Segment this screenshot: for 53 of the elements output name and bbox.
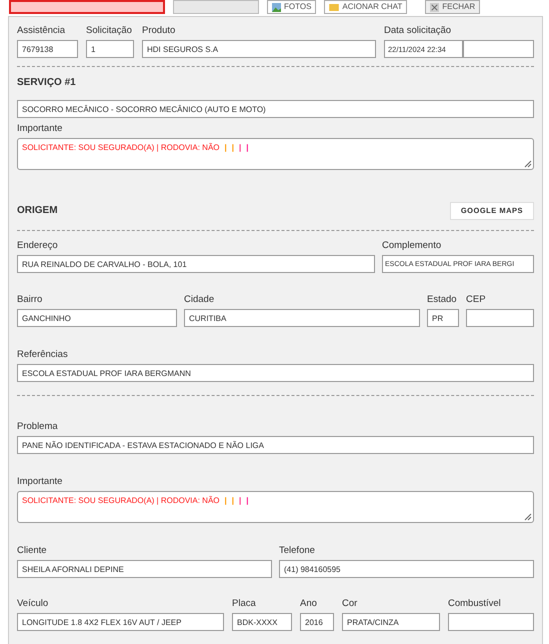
field-label: Assistência [17, 24, 66, 37]
toolbar-button[interactable]: FECHAR [425, 0, 480, 14]
field-label: Problema [17, 420, 59, 433]
section-title: ORIGEM [17, 204, 58, 218]
input-field[interactable]: SHEILA AFORNALI DEPINE [17, 560, 272, 578]
input-field[interactable]: 7679138 [17, 40, 78, 58]
field-label: Cor [342, 597, 358, 610]
input-field[interactable]: CURITIBA [184, 309, 420, 327]
field-label: Produto [142, 24, 176, 37]
input-field[interactable]: PR [427, 309, 459, 327]
input-field[interactable]: PRATA/CINZA [342, 613, 440, 631]
field-label: Combustível [448, 597, 502, 610]
field-label: Placa [232, 597, 257, 610]
input-field[interactable]: HDI SEGUROS S.A [142, 40, 376, 58]
input-field[interactable]: 1 [86, 40, 134, 58]
field-label: Data solicitação [384, 24, 452, 37]
input-field[interactable]: SOCORRO MECÂNICO - SOCORRO MECÂNICO (AUTO E MOTO) [17, 100, 534, 118]
input-field[interactable]: ESCOLA ESTADUAL PROF IARA BERGMANN [17, 364, 534, 382]
field-label: Referências [17, 348, 69, 361]
input-field[interactable]: LONGITUDE 1.8 4X2 FLEX 16V AUT / JEEP [17, 613, 224, 631]
field-label: Importante [17, 475, 64, 488]
input-field[interactable]: 2016 [300, 613, 334, 631]
close-icon [430, 2, 440, 12]
field-label: Importante [17, 122, 64, 135]
input-field[interactable] [466, 309, 534, 327]
picture-icon [272, 2, 281, 12]
toolbar-button[interactable] [9, 0, 165, 14]
toolbar-button[interactable]: FOTOS [267, 0, 316, 14]
notes-field[interactable]: SOLICITANTE: SOU SEGURADO(A) | RODOVIA: NÃO | | | | [17, 138, 534, 170]
field-label: Veículo [17, 597, 50, 610]
field-label: CEP [466, 293, 487, 306]
field-label: Estado [427, 293, 458, 306]
input-field[interactable] [463, 40, 534, 58]
resize-grip-icon[interactable] [524, 513, 532, 521]
field-label: Ano [300, 597, 318, 610]
field-label: Telefone [279, 544, 316, 557]
notes-field[interactable]: SOLICITANTE: SOU SEGURADO(A) | RODOVIA: NÃO | | | | [17, 491, 534, 523]
input-field[interactable]: GANCHINHO [17, 309, 177, 327]
toolbar-button[interactable] [173, 0, 259, 14]
field-label: Complemento [382, 239, 442, 252]
section-title: SERVIÇO #1 [17, 76, 77, 90]
toolbar-button[interactable]: ACIONAR CHAT [324, 0, 408, 14]
input-field[interactable] [448, 613, 534, 631]
input-field[interactable]: BDK-XXXX [232, 613, 292, 631]
field-label: Bairro [17, 293, 44, 306]
input-field[interactable]: (41) 984160595 [279, 560, 534, 578]
resize-grip-icon[interactable] [524, 160, 532, 168]
input-field[interactable]: PANE NÃO IDENTIFICADA - ESTAVA ESTACIONADO E NÃO LIGA [17, 436, 534, 454]
field-label: Endereço [17, 239, 59, 252]
field-label: Solicitação [86, 24, 133, 37]
field-label: Cliente [17, 544, 48, 557]
input-field[interactable]: RUA REINALDO DE CARVALHO - BOLA, 101 [17, 255, 375, 273]
field-label: Cidade [184, 293, 216, 306]
